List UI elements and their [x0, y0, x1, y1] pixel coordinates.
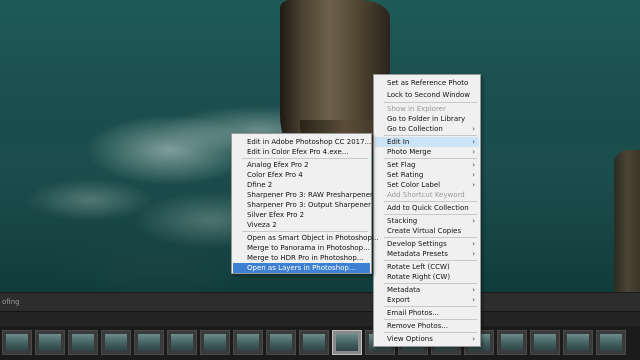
chevron-right-icon: ›	[472, 161, 475, 169]
submenu-item-color-efex-pro[interactable]: Color Efex Pro 4	[233, 170, 370, 180]
chevron-right-icon: ›	[472, 138, 475, 146]
menu-separator	[384, 158, 477, 159]
filmstrip-thumbnail[interactable]	[101, 330, 131, 355]
submenu-item-smart-object[interactable]: Open as Smart Object in Photoshop...	[233, 233, 379, 243]
menu-item-add-shortcut-keyword: Add Shortcut Keyword	[387, 191, 465, 199]
submenu-item-edit-color-efex[interactable]: Edit in Color Efex Pro 4.exe...	[233, 147, 370, 157]
menu-separator	[384, 201, 477, 202]
chevron-right-icon: ›	[472, 335, 475, 343]
chevron-right-icon: ›	[472, 217, 475, 225]
filmstrip-thumbnail[interactable]	[35, 330, 65, 355]
submenu-item-sharpener-raw[interactable]: Sharpener Pro 3: RAW Presharpener	[233, 190, 373, 200]
submenu-item-edit-photoshop[interactable]: Edit in Adobe Photoshop CC 2017...	[233, 137, 371, 147]
menu-separator	[242, 158, 368, 159]
context-menu: Set as Reference Photo Lock to Second Wi…	[373, 74, 481, 347]
menu-separator	[384, 102, 477, 103]
filmstrip-thumbnail[interactable]	[266, 330, 296, 355]
menu-item-set-reference-photo[interactable]: Set as Reference Photo	[375, 78, 479, 88]
menu-item-export[interactable]: Export ›	[375, 295, 479, 305]
menu-item-set-flag[interactable]: Set Flag ›	[375, 160, 479, 170]
filmstrip-thumbnail[interactable]	[233, 330, 263, 355]
submenu-item-silver-efex[interactable]: Silver Efex Pro 2	[233, 210, 370, 220]
filmstrip-thumbnail[interactable]	[530, 330, 560, 355]
menu-item-rotate-left[interactable]: Rotate Left (CCW)	[375, 262, 479, 272]
menu-item-edit-in[interactable]: Edit In ›	[375, 137, 479, 147]
menu-item-photo-merge[interactable]: Photo Merge ›	[375, 147, 479, 157]
menu-item-develop-settings[interactable]: Develop Settings ›	[375, 239, 479, 249]
filmstrip[interactable]	[0, 326, 640, 360]
menu-item-rotate-right[interactable]: Rotate Right (CW)	[375, 272, 479, 282]
filmstrip-thumbnail[interactable]	[2, 330, 32, 355]
submenu-item-merge-panorama[interactable]: Merge to Panorama in Photoshop...	[233, 243, 370, 253]
menu-separator	[384, 283, 477, 284]
menu-item-metadata-presets[interactable]: Metadata Presets ›	[375, 249, 479, 259]
chevron-right-icon: ›	[472, 125, 475, 133]
menu-separator	[242, 231, 368, 232]
submenu-item-sharpener-output[interactable]: Sharpener Pro 3: Output Sharpener	[233, 200, 371, 210]
submenu-item-open-as-layers[interactable]: Open as Layers in Photoshop...	[233, 263, 370, 273]
filmstrip-thumbnail[interactable]	[167, 330, 197, 355]
chevron-right-icon: ›	[472, 240, 475, 248]
menu-item-remove-photos[interactable]: Remove Photos...	[375, 321, 479, 331]
toolbar-label: ofing	[2, 298, 20, 306]
menu-item-show-in-explorer: Show in Explorer	[387, 105, 446, 113]
menu-item-set-rating[interactable]: Set Rating ›	[375, 170, 479, 180]
filmstrip-thumbnail[interactable]	[299, 330, 329, 355]
chevron-right-icon: ›	[472, 296, 475, 304]
menu-separator	[384, 214, 477, 215]
filmstrip-thumbnail[interactable]	[596, 330, 626, 355]
submenu-item-merge-hdr[interactable]: Merge to HDR Pro in Photoshop...	[233, 253, 370, 263]
submenu-item-viveza[interactable]: Viveza 2	[233, 220, 370, 230]
submenu-item-analog-efex[interactable]: Analog Efex Pro 2	[233, 160, 370, 170]
edit-in-submenu: Edit in Adobe Photoshop CC 2017... Edit …	[231, 133, 379, 274]
chevron-right-icon: ›	[472, 250, 475, 258]
filmstrip-thumbnail[interactable]	[497, 330, 527, 355]
chevron-right-icon: ›	[472, 171, 475, 179]
chevron-right-icon: ›	[472, 181, 475, 189]
menu-separator	[384, 237, 477, 238]
menu-item-go-to-folder[interactable]: Go to Folder in Library	[375, 114, 479, 124]
submenu-item-dfine[interactable]: Dfine 2	[233, 180, 370, 190]
menu-item-add-quick-collection[interactable]: Add to Quick Collection	[375, 203, 479, 213]
chevron-right-icon: ›	[472, 148, 475, 156]
filmstrip-header	[0, 311, 640, 327]
menu-item-lock-second-window[interactable]: Lock to Second Window	[375, 90, 479, 100]
filmstrip-thumbnail[interactable]	[200, 330, 230, 355]
menu-item-create-virtual-copies[interactable]: Create Virtual Copies	[375, 226, 479, 236]
filmstrip-thumbnail-selected[interactable]	[332, 330, 362, 355]
menu-item-go-to-collection[interactable]: Go to Collection ›	[375, 124, 479, 134]
menu-separator	[384, 135, 477, 136]
menu-separator	[384, 306, 477, 307]
toolbar: ofing	[0, 292, 640, 312]
menu-item-metadata[interactable]: Metadata ›	[375, 285, 479, 295]
menu-item-email-photos[interactable]: Email Photos...	[375, 308, 479, 318]
menu-separator	[384, 332, 477, 333]
cliff-edge	[614, 150, 640, 292]
menu-separator	[384, 319, 477, 320]
menu-item-view-options[interactable]: View Options ›	[375, 334, 479, 344]
menu-item-set-color-label[interactable]: Set Color Label ›	[375, 180, 479, 190]
filmstrip-thumbnail[interactable]	[563, 330, 593, 355]
menu-separator	[384, 260, 477, 261]
filmstrip-thumbnail[interactable]	[68, 330, 98, 355]
chevron-right-icon: ›	[472, 286, 475, 294]
menu-item-stacking[interactable]: Stacking ›	[375, 216, 479, 226]
filmstrip-thumbnail[interactable]	[134, 330, 164, 355]
